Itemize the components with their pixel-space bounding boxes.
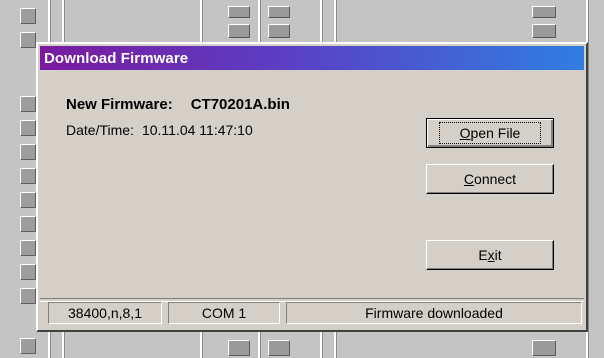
background-square — [20, 168, 36, 184]
focus-rect: Open File — [438, 122, 542, 144]
background-block — [228, 340, 250, 356]
background-square — [20, 338, 36, 354]
firmware-label: New Firmware: — [66, 96, 173, 113]
firmware-row: New Firmware: CT70201A.bin — [66, 96, 290, 113]
background-left-strip — [0, 0, 36, 358]
dialog-title: Download Firmware — [44, 49, 189, 67]
status-message: Firmware downloaded — [286, 302, 582, 324]
download-firmware-dialog: Download Firmware New Firmware: CT70201A.… — [36, 42, 588, 332]
background-square — [20, 192, 36, 208]
background-block — [532, 6, 556, 18]
background-block — [228, 24, 250, 38]
connect-button[interactable]: Connect — [426, 164, 554, 194]
background-block — [268, 24, 290, 38]
background-square — [20, 264, 36, 280]
background-square — [20, 240, 36, 256]
background-square — [20, 288, 36, 304]
background-square — [20, 8, 36, 24]
background-block — [532, 340, 556, 356]
status-com-port: COM 1 — [168, 302, 280, 324]
datetime-row: Date/Time: 10.11.04 11:47:10 — [66, 122, 253, 138]
background-block — [228, 6, 250, 18]
background-block — [532, 24, 556, 38]
exit-button[interactable]: Exit — [426, 240, 554, 270]
background-square — [20, 120, 36, 136]
datetime-label: Date/Time: — [66, 122, 134, 138]
open-file-button[interactable]: Open File — [426, 118, 554, 148]
screen: Download Firmware New Firmware: CT70201A.… — [0, 0, 604, 358]
status-baud-rate: 38400,n,8,1 — [48, 302, 162, 324]
background-square — [20, 32, 36, 48]
background-block — [268, 340, 290, 356]
background-square — [20, 144, 36, 160]
datetime-value: 10.11.04 11:47:10 — [141, 122, 253, 138]
firmware-filename: CT70201A.bin — [190, 96, 290, 113]
status-bar: 38400,n,8,1 COM 1 Firmware downloaded — [40, 298, 584, 326]
dialog-titlebar[interactable]: Download Firmware — [40, 46, 584, 70]
background-square — [20, 216, 36, 232]
background-block — [268, 6, 290, 18]
background-square — [20, 96, 36, 112]
